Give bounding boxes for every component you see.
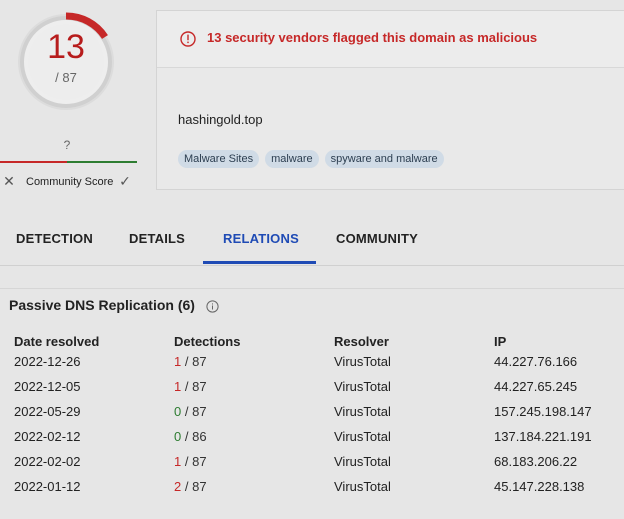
score-detected: 13 [47,28,85,66]
row-ip[interactable]: 45.147.228.138 [494,479,584,494]
row-detections: 0 / 86 [174,429,207,444]
detection-total: / 87 [184,479,207,494]
tab-community[interactable]: COMMUNITY [336,231,418,246]
row-detections: 2 / 87 [174,479,207,494]
info-icon[interactable] [206,300,219,313]
row-ip[interactable]: 137.184.221.191 [494,429,592,444]
x-icon[interactable]: ✕ [2,173,16,189]
tab-details[interactable]: DETAILS [129,231,185,246]
domain-name: hashingold.top [178,112,263,127]
row-resolver: VirusTotal [334,454,391,469]
passive-dns-title: Passive DNS Replication (6) [9,297,195,313]
detection-total: / 87 [184,379,207,394]
alert-circle-icon [180,31,196,47]
detection-count: 0 [174,404,182,419]
row-detections: 1 / 87 [174,454,207,469]
row-detections: 0 / 87 [174,404,207,419]
tab-bar: DETECTION DETAILS RELATIONS COMMUNITY [0,214,624,266]
row-date: 2022-05-29 [14,404,81,419]
detection-total: / 86 [184,429,207,444]
row-ip[interactable]: 44.227.65.245 [494,379,577,394]
community-score-label: Community Score [26,176,114,188]
check-icon[interactable]: ✓ [117,173,133,189]
row-date: 2022-12-26 [14,354,81,369]
row-date: 2022-02-02 [14,454,81,469]
community-score-value: ? [63,138,71,152]
row-date: 2022-12-05 [14,379,81,394]
community-bar-positive [67,161,137,163]
tag-spyware-and-malware[interactable]: spyware and malware [324,150,444,168]
detection-count: 0 [174,429,182,444]
tag-malware[interactable]: malware [265,150,319,168]
row-resolver: VirusTotal [334,429,391,444]
detection-total: / 87 [184,404,207,419]
row-detections: 1 / 87 [174,354,207,369]
summary-panel: 13 security vendors flagged this domain … [156,10,624,190]
active-tab-indicator [203,261,316,264]
detection-count: 2 [174,479,182,494]
alert-text: 13 security vendors flagged this domain … [207,30,538,45]
tag-malware-sites[interactable]: Malware Sites [178,150,260,168]
row-resolver: VirusTotal [334,404,391,419]
score-total: / 87 [55,70,77,85]
column-header-ip: IP [494,334,507,349]
detection-count: 1 [174,454,182,469]
column-header-resolver: Resolver [334,334,389,349]
malicious-alert: 13 security vendors flagged this domain … [157,11,624,68]
detection-total: / 87 [184,454,207,469]
tab-detection[interactable]: DETECTION [16,231,93,246]
row-ip[interactable]: 157.245.198.147 [494,404,592,419]
section-divider [0,288,624,289]
detection-count: 1 [174,379,182,394]
detection-score-gauge: 13 / 87 [14,10,118,114]
row-resolver: VirusTotal [334,354,391,369]
column-header-date: Date resolved [14,334,100,349]
row-date: 2022-01-12 [14,479,81,494]
row-ip[interactable]: 44.227.76.166 [494,354,577,369]
column-header-detections: Detections [174,334,241,349]
row-detections: 1 / 87 [174,379,207,394]
detection-total: / 87 [184,354,207,369]
row-date: 2022-02-12 [14,429,81,444]
row-resolver: VirusTotal [334,379,391,394]
community-bar-negative [0,161,67,163]
category-tags: Malware Sites malware spyware and malwar… [178,150,444,168]
tab-relations[interactable]: RELATIONS [223,231,299,246]
row-resolver: VirusTotal [334,479,391,494]
detection-count: 1 [174,354,182,369]
row-ip[interactable]: 68.183.206.22 [494,454,577,469]
